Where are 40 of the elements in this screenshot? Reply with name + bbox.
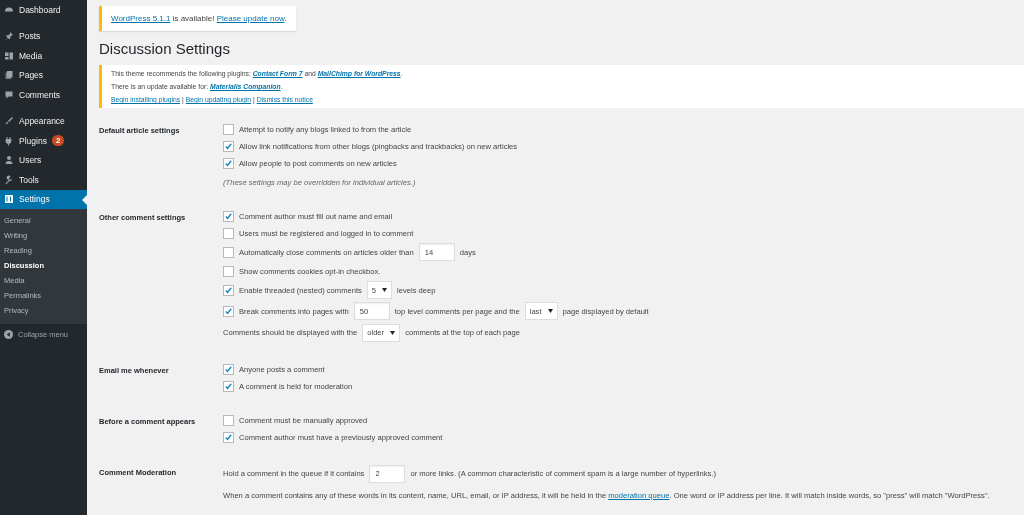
- bubble-icon: [4, 89, 14, 100]
- checkbox[interactable]: [223, 157, 234, 169]
- link[interactable]: WordPress 5.1.1: [111, 14, 171, 23]
- checkbox[interactable]: [223, 431, 234, 443]
- menu-item[interactable]: Dashboard: [0, 0, 87, 20]
- checkbox[interactable]: [223, 210, 234, 222]
- checkbox[interactable]: [223, 227, 234, 239]
- checkbox[interactable]: [223, 140, 234, 152]
- menu-item[interactable]: Appearance: [0, 111, 87, 131]
- menu-item[interactable]: Pages: [0, 65, 87, 85]
- checkbox[interactable]: [223, 363, 234, 375]
- user-icon: [4, 155, 14, 166]
- checkbox[interactable]: [223, 265, 234, 277]
- menu-item[interactable]: Tools: [0, 170, 87, 190]
- page-title: Discussion Settings: [99, 40, 231, 57]
- checkbox[interactable]: [223, 380, 234, 392]
- pages-icon: [4, 70, 14, 81]
- caret-icon: [382, 288, 388, 292]
- wrench-icon: [4, 174, 14, 185]
- settings-icon: [4, 194, 14, 205]
- menu-item[interactable]: Comments: [0, 85, 87, 105]
- checkbox[interactable]: [223, 414, 234, 426]
- brush-icon: [4, 116, 14, 127]
- menu-item[interactable]: Users: [0, 150, 87, 170]
- checkbox[interactable]: [223, 305, 234, 317]
- update-notice: WordPress 5.1.1 is available! Please update now.: [99, 6, 296, 31]
- count-badge: 2: [51, 135, 65, 147]
- checkbox[interactable]: [223, 123, 234, 135]
- caret-icon: [390, 330, 396, 335]
- menu-item[interactable]: Plugins 2: [0, 131, 87, 151]
- checkbox[interactable]: [223, 284, 234, 296]
- pin-icon: [4, 31, 14, 42]
- menu-item[interactable]: Posts: [0, 26, 87, 46]
- checkbox[interactable]: [223, 246, 234, 258]
- caret-icon: [547, 309, 553, 313]
- media-icon: [4, 50, 14, 61]
- menu-item[interactable]: Media: [0, 46, 87, 66]
- menu-item[interactable]: Settings: [0, 189, 87, 209]
- plug-icon: [4, 135, 14, 146]
- collapse-icon: [4, 330, 13, 339]
